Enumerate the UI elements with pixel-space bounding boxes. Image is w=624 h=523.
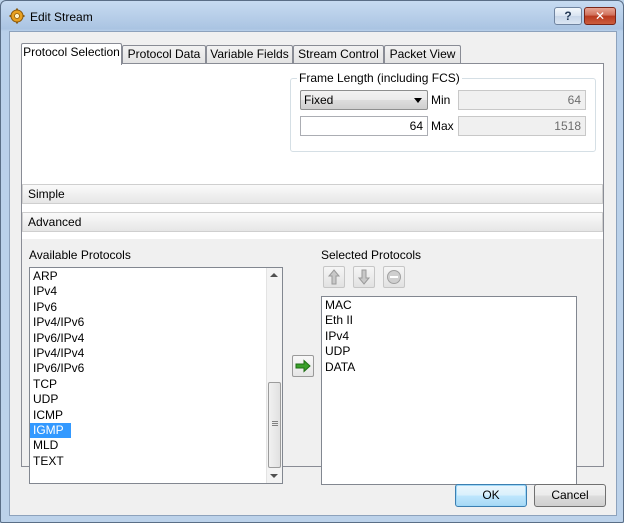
advanced-section-header[interactable]: Advanced (22, 212, 603, 232)
list-item[interactable]: IPv4/IPv4 (30, 346, 282, 361)
list-item[interactable]: IPv6/IPv6 (30, 361, 282, 376)
max-label: Max (431, 119, 454, 133)
list-item[interactable]: ARP (30, 269, 282, 284)
window-title: Edit Stream (30, 10, 93, 24)
selected-protocols-list[interactable]: MAC Eth II IPv4 UDP DATA (321, 296, 577, 485)
scroll-thumb[interactable] (268, 382, 281, 468)
list-item[interactable]: DATA (322, 360, 576, 375)
up-arrow-icon (327, 269, 341, 285)
remove-icon (387, 270, 401, 284)
list-item[interactable]: UDP (322, 344, 576, 359)
tab-protocol-data[interactable]: Protocol Data (122, 45, 206, 63)
down-arrow-icon (357, 269, 371, 285)
add-protocol-button[interactable] (292, 355, 314, 377)
scroll-up-icon[interactable] (270, 273, 278, 277)
list-item[interactable]: TEXT (30, 454, 282, 469)
right-arrow-icon (295, 359, 311, 373)
dialog-body: Protocol Selection Protocol Data Variabl… (9, 31, 617, 516)
frame-length-mode-value: Fixed (304, 93, 334, 107)
min-label: Min (431, 93, 451, 107)
list-item[interactable]: MLD (30, 438, 282, 453)
grip-line (272, 425, 278, 426)
tab-protocol-selection[interactable]: Protocol Selection (21, 43, 122, 65)
selected-protocols-label: Selected Protocols (321, 248, 422, 262)
frame-length-title: Frame Length (including FCS) (297, 71, 462, 85)
chevron-down-icon (414, 98, 422, 103)
advanced-section-body: Available Protocols ARP IPv4 IPv6 IPv4/I… (22, 239, 603, 485)
move-up-button[interactable] (323, 266, 345, 288)
grip-line (272, 423, 278, 424)
list-item[interactable]: TCP (30, 377, 282, 392)
list-item[interactable]: IPv4 (322, 329, 576, 344)
list-item[interactable]: IPv6/IPv4 (30, 331, 282, 346)
list-item-selected[interactable]: IGMP (30, 422, 71, 439)
available-protocols-label: Available Protocols (29, 248, 131, 262)
frame-length-input[interactable]: 64 (300, 116, 428, 136)
available-protocols-list[interactable]: ARP IPv4 IPv6 IPv4/IPv6 IPv6/IPv4 IPv4/I… (29, 267, 283, 484)
list-item[interactable]: IPv4 (30, 284, 282, 299)
help-button[interactable]: ? (554, 7, 582, 25)
available-list-scrollbar[interactable] (266, 268, 282, 483)
list-item[interactable]: IPv6 (30, 300, 282, 315)
cancel-button[interactable]: Cancel (534, 484, 606, 507)
list-item[interactable]: Eth II (322, 313, 576, 328)
min-length-field: 64 (458, 90, 586, 110)
scroll-down-icon[interactable] (270, 474, 278, 478)
gear-icon (9, 8, 25, 24)
ok-button[interactable]: OK (455, 484, 527, 507)
max-length-field: 1518 (458, 116, 586, 136)
tab-variable-fields[interactable]: Variable Fields (206, 45, 293, 63)
title-bar[interactable]: Edit Stream ? ✕ (1, 1, 623, 31)
protocol-selection-panel: Frame Length (including FCS) Fixed Min 6… (21, 63, 604, 485)
frame-length-group: Frame Length (including FCS) Fixed Min 6… (290, 71, 596, 152)
list-item[interactable]: MAC (322, 298, 576, 313)
simple-section-header[interactable]: Simple (22, 184, 603, 204)
frame-length-mode-select[interactable]: Fixed (300, 90, 428, 110)
close-button[interactable]: ✕ (584, 7, 616, 25)
remove-protocol-button[interactable] (383, 266, 405, 288)
move-down-button[interactable] (353, 266, 375, 288)
tab-stream-control[interactable]: Stream Control (293, 45, 384, 63)
edit-stream-window: Edit Stream ? ✕ Protocol Selection Proto… (0, 0, 624, 523)
list-item[interactable]: ICMP (30, 408, 282, 423)
tab-packet-view[interactable]: Packet View (384, 45, 461, 63)
list-item[interactable]: IPv4/IPv6 (30, 315, 282, 330)
list-item[interactable]: UDP (30, 392, 282, 407)
grip-line (272, 421, 278, 422)
